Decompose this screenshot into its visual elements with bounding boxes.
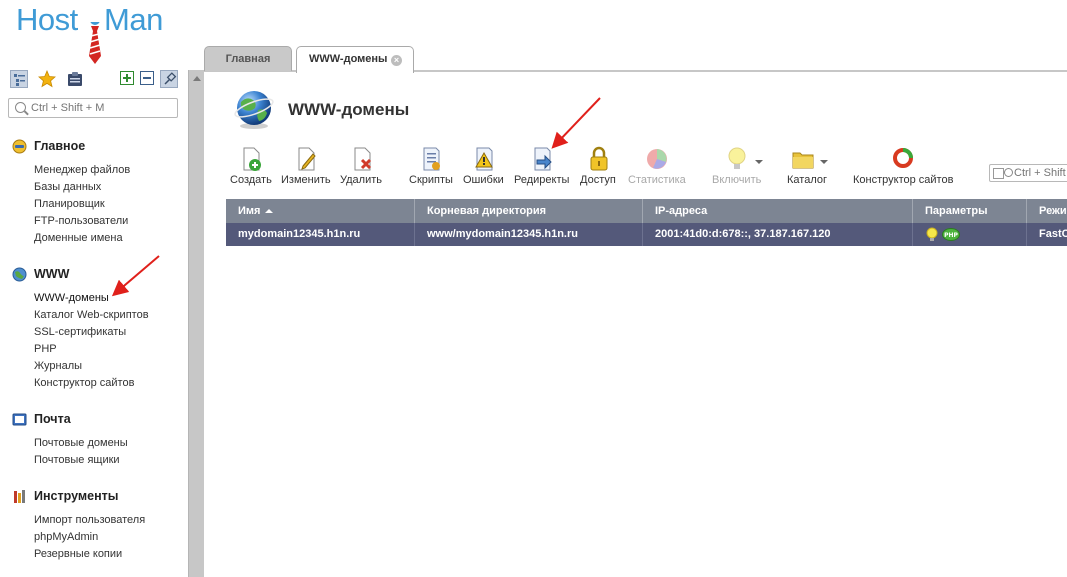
tab-close-icon[interactable]: × <box>391 55 402 66</box>
annotation-arrow-sidebar <box>111 255 160 297</box>
annotation-arrow-redirects <box>551 97 601 149</box>
tab-www-domains[interactable]: WWW-домены × <box>296 46 414 73</box>
annotation-arrows <box>111 97 601 297</box>
tab-www-domains-label: WWW-домены <box>309 53 388 65</box>
